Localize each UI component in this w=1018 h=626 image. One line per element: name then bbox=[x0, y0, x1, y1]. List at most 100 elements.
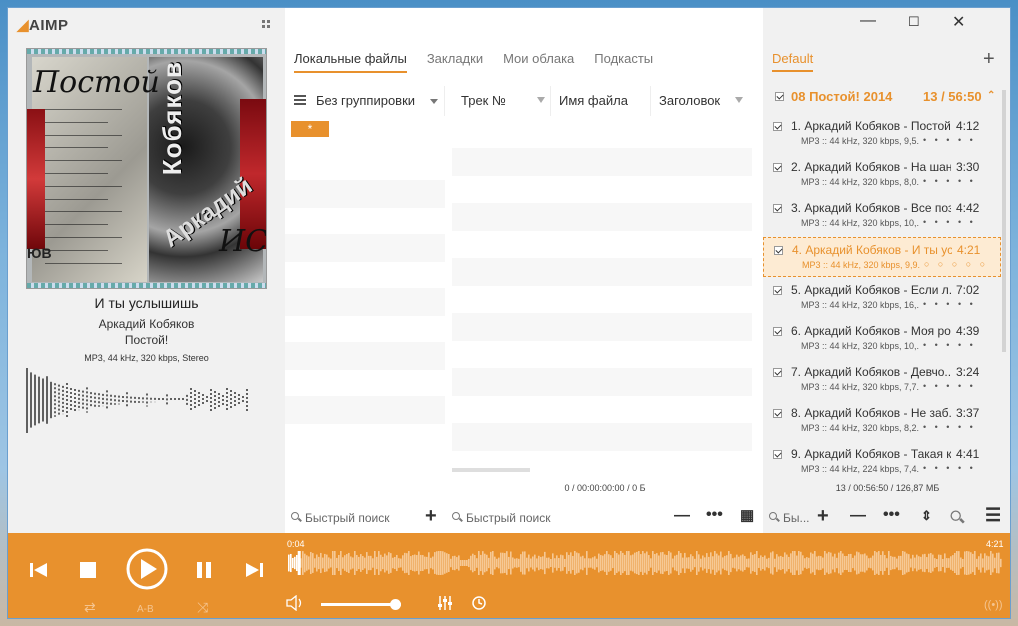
track-checkbox[interactable] bbox=[773, 450, 782, 459]
find-icon[interactable] bbox=[950, 510, 964, 524]
add-icon[interactable]: + bbox=[817, 506, 829, 526]
track-title: 3. Аркадий Кобяков - Все поз... bbox=[791, 201, 951, 215]
tab-bookmarks[interactable]: Закладки bbox=[427, 51, 483, 73]
more-icon[interactable]: ••• bbox=[706, 507, 723, 523]
library-status: 0 / 00:00:00:00 / 0 Б bbox=[564, 483, 646, 493]
track-checkbox[interactable] bbox=[773, 409, 782, 418]
track-duration: 4:41 bbox=[956, 447, 980, 461]
playlist-track-row[interactable]: 1. Аркадий Кобяков - Постой 4:12 MP3 :: 44… bbox=[763, 114, 1001, 154]
volume-icon[interactable] bbox=[286, 595, 304, 611]
vertical-scrollbar[interactable] bbox=[1002, 90, 1006, 352]
track-rating[interactable]: • • • • • bbox=[923, 381, 976, 391]
playlist-track-row[interactable]: 9. Аркадий Кобяков - Такая к... 4:41 MP3 :… bbox=[763, 442, 1001, 482]
playlist-track-row[interactable]: 8. Аркадий Кобяков - Не заб... 3:37 MP3 ::… bbox=[763, 401, 1001, 441]
track-checkbox[interactable] bbox=[774, 246, 783, 255]
track-rating[interactable]: • • • • • bbox=[923, 135, 976, 145]
playlist-track-row[interactable]: 2. Аркадий Кобяков - На шан... 3:30 MP3 ::… bbox=[763, 155, 1001, 195]
track-format: MP3 :: 44 kHz, 320 kbps, 9,5... bbox=[801, 136, 919, 146]
playlist-track-row[interactable]: 5. Аркадий Кобяков - Если л... 7:02 MP3 ::… bbox=[763, 278, 1001, 318]
track-checkbox[interactable] bbox=[773, 327, 782, 336]
track-title: 7. Аркадий Кобяков - Девчо... bbox=[791, 365, 951, 379]
group-checkbox[interactable] bbox=[775, 92, 784, 101]
playlist-group-count: 13 / 56:50 bbox=[923, 89, 982, 104]
track-duration: 7:02 bbox=[956, 283, 980, 297]
playlist-track-row[interactable]: 3. Аркадий Кобяков - Все поз... 4:42 MP3 :… bbox=[763, 196, 1001, 236]
player-controls: ⇄ A-B ⤨ 0:04 4:21 ((•)) bbox=[8, 533, 1010, 618]
menu-icon[interactable]: ☰ bbox=[985, 506, 1001, 524]
track-rating[interactable]: ○ ○ ○ ○ ○ bbox=[924, 259, 988, 269]
track-format: MP3 :: 44 kHz, 320 kbps, 7,7... bbox=[801, 382, 919, 392]
track-album: Постой! bbox=[124, 333, 169, 347]
playlist-search[interactable]: Бы... bbox=[783, 511, 810, 525]
remove-icon[interactable]: — bbox=[850, 508, 866, 524]
equalizer-icon[interactable] bbox=[437, 595, 453, 611]
spectrum-visualizer[interactable] bbox=[25, 368, 255, 433]
track-checkbox[interactable] bbox=[773, 163, 782, 172]
radio-icon[interactable]: ((•)) bbox=[984, 599, 1003, 611]
remove-icon[interactable]: — bbox=[674, 508, 690, 524]
horizontal-scrollbar[interactable] bbox=[452, 468, 530, 472]
column-title[interactable]: Заголовок bbox=[651, 86, 751, 116]
now-playing-panel: ◢AIMP Постой Кобяков Аркадий ИС ЮВ И ты … bbox=[8, 8, 285, 533]
track-rating[interactable]: • • • • • bbox=[923, 340, 976, 350]
sleep-timer-icon[interactable] bbox=[471, 595, 487, 611]
music-library-panel: Локальные файлы Закладки Мои облака Подк… bbox=[285, 8, 763, 533]
grouping-selector[interactable]: Без группировки bbox=[285, 86, 445, 116]
play-icon[interactable] bbox=[125, 547, 169, 591]
playlist-track-row[interactable]: 6. Аркадий Кобяков - Моя ро... 4:39 MP3 ::… bbox=[763, 319, 1001, 359]
grouping-label: Без группировки bbox=[316, 93, 416, 108]
library-group-search[interactable]: Быстрый поиск bbox=[305, 511, 389, 525]
library-search[interactable]: Быстрый поиск bbox=[466, 511, 550, 525]
next-icon[interactable] bbox=[245, 562, 263, 578]
app-logo[interactable]: ◢AIMP bbox=[17, 16, 69, 34]
track-checkbox[interactable] bbox=[773, 204, 782, 213]
shuffle-icon[interactable]: ⤨ bbox=[197, 599, 208, 616]
volume-knob[interactable] bbox=[389, 599, 401, 610]
track-checkbox[interactable] bbox=[773, 368, 782, 377]
track-rating[interactable]: • • • • • bbox=[923, 463, 976, 473]
track-format: MP3 :: 44 kHz, 320 kbps, 10,... bbox=[801, 218, 919, 228]
track-rating[interactable]: • • • • • bbox=[923, 217, 976, 227]
playlist-track-row[interactable]: 7. Аркадий Кобяков - Девчо... 3:24 MP3 :: … bbox=[763, 360, 1001, 400]
ab-repeat-button[interactable]: A-B bbox=[137, 604, 154, 615]
panel-grip-icon[interactable] bbox=[262, 20, 272, 30]
filter-icon[interactable] bbox=[735, 97, 743, 103]
track-duration: 4:42 bbox=[956, 201, 980, 215]
tab-podcasts[interactable]: Подкасты bbox=[594, 51, 653, 73]
maximize-button[interactable]: ☐ bbox=[908, 14, 920, 30]
library-all-item[interactable]: * bbox=[291, 121, 329, 137]
filter-icon[interactable] bbox=[537, 97, 545, 103]
playlist-tab-default[interactable]: Default bbox=[772, 51, 814, 72]
track-checkbox[interactable] bbox=[773, 286, 782, 295]
pause-icon[interactable] bbox=[196, 562, 212, 578]
repeat-icon[interactable]: ⇄ bbox=[84, 599, 96, 616]
waveform-seekbar[interactable] bbox=[288, 551, 1002, 575]
minimize-button[interactable]: — bbox=[860, 12, 876, 30]
track-title: 2. Аркадий Кобяков - На шан... bbox=[791, 160, 951, 174]
view-mode-icon[interactable]: ▦ bbox=[740, 508, 754, 524]
column-track-number[interactable]: Трек № bbox=[453, 86, 551, 116]
stop-icon[interactable] bbox=[80, 562, 96, 578]
track-rating[interactable]: • • • • • bbox=[923, 422, 976, 432]
tab-my-clouds[interactable]: Мои облака bbox=[503, 51, 574, 73]
sort-icon[interactable]: ⇕ bbox=[921, 508, 932, 524]
add-playlist-icon[interactable]: + bbox=[983, 48, 995, 71]
add-icon[interactable]: + bbox=[425, 506, 437, 526]
track-title: 8. Аркадий Кобяков - Не заб... bbox=[791, 406, 951, 420]
tab-local-files[interactable]: Локальные файлы bbox=[294, 51, 407, 73]
track-checkbox[interactable] bbox=[773, 122, 782, 131]
playlist-group-title[interactable]: 08 Постой! 2014 bbox=[791, 89, 892, 104]
menu-icon[interactable] bbox=[294, 95, 306, 105]
collapse-icon[interactable]: ⌃ bbox=[987, 90, 995, 101]
track-rating[interactable]: • • • • • bbox=[923, 299, 976, 309]
close-button[interactable]: ✕ bbox=[952, 12, 965, 32]
column-file-name[interactable]: Имя файла bbox=[551, 86, 651, 116]
track-duration: 3:30 bbox=[956, 160, 980, 174]
volume-slider[interactable] bbox=[321, 599, 401, 610]
track-rating[interactable]: • • • • • bbox=[923, 176, 976, 186]
more-icon[interactable]: ••• bbox=[883, 507, 900, 523]
playlist-status: 13 / 00:56:50 / 126,87 МБ bbox=[835, 483, 940, 493]
playlist-track-row[interactable]: 4. Аркадий Кобяков - И ты ус... 4:21 MP3 :… bbox=[763, 237, 1001, 277]
aimp-window: ◢AIMP Постой Кобяков Аркадий ИС ЮВ И ты … bbox=[7, 7, 1011, 619]
previous-icon[interactable] bbox=[30, 562, 48, 578]
